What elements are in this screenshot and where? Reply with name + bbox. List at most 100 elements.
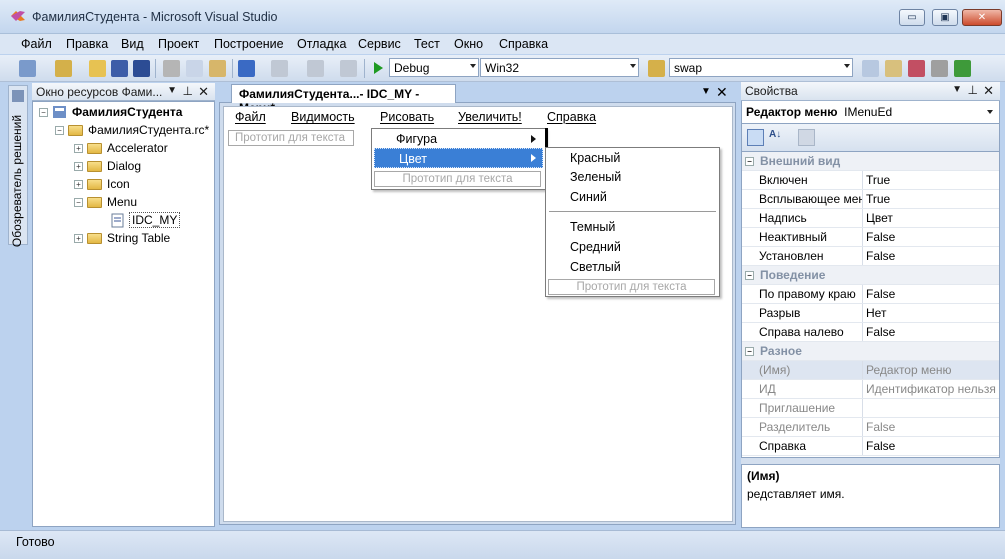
properties-window-icon[interactable] [885,60,902,77]
navigate-backward-icon[interactable] [307,60,324,77]
property-row[interactable]: Надпись Цвет [742,209,999,228]
cut-icon[interactable] [163,60,180,77]
menu-edit[interactable]: Правка [66,35,108,53]
dropdown-item-shape[interactable]: Фигура [372,129,544,149]
property-row[interactable]: Установлен False [742,247,999,266]
collapse-icon[interactable]: − [74,197,83,207]
dropdown-item-color[interactable]: Цвет [374,148,543,168]
property-row[interactable]: Справка False [742,437,999,456]
collapse-icon[interactable]: − [745,270,754,280]
submenu-item-light[interactable]: Светлый [546,257,718,277]
property-pages-icon[interactable] [798,129,815,146]
tree-item-idc-my[interactable]: IDC_MY [33,211,214,229]
submenu-item-blue[interactable]: Синий [546,187,718,207]
dropdown-arrow-icon[interactable]: ▼ [167,85,177,96]
maximize-button[interactable]: ▣ [932,9,958,26]
close-icon[interactable]: ✕ [198,84,209,100]
close-icon[interactable]: ✕ [983,83,994,99]
categorized-icon[interactable] [747,129,764,146]
property-row[interactable]: Включен True [742,171,999,190]
solution-platform-combo[interactable]: Win32 [480,58,639,77]
object-browser-icon[interactable] [908,60,925,77]
submenu-item-dark[interactable]: Темный [546,217,718,237]
tree-item-dialog[interactable]: + Dialog [33,157,214,175]
expand-icon[interactable]: + [74,143,83,153]
solution-configuration-combo[interactable]: Debug [389,58,479,77]
edited-menu-visibility[interactable]: Видимость [291,110,355,124]
tree-item-string-table[interactable]: + String Table [33,229,214,247]
save-icon[interactable] [111,60,128,77]
submenu-item-green[interactable]: Зеленый [546,167,718,187]
editor-close-icon[interactable]: ✕ [716,84,728,101]
redo-icon[interactable] [271,60,288,77]
start-debugging-icon[interactable] [372,61,384,75]
menu-help[interactable]: Справка [499,35,548,53]
menu-tools[interactable]: Сервис [358,35,401,53]
find-combo[interactable]: swap [669,58,853,77]
property-row[interactable]: Разрыв Нет [742,304,999,323]
editor-tab[interactable]: ФамилияСтудента...- IDC_MY - Menu* [231,84,456,115]
property-row-selected[interactable]: (Имя) Редактор меню [742,361,999,380]
editor-dropdown-arrow-icon[interactable]: ▼ [701,86,711,97]
alphabetical-icon[interactable]: A↓ [769,129,786,146]
submenu-item-medium[interactable]: Средний [546,237,718,257]
category-misc[interactable]: − Разное [742,342,999,361]
save-all-icon[interactable] [133,60,150,77]
prototype-text-field[interactable]: Прототип для текста [228,130,354,146]
description-title: (Имя) [747,469,780,483]
edited-menu-zoom[interactable]: Увеличить! [458,110,522,124]
submenu-item-red[interactable]: Красный [546,148,718,168]
menu-project[interactable]: Проект [158,35,199,53]
pin-icon[interactable]: ⊥ [968,83,978,97]
prototype-text-field[interactable]: Прототип для текста [374,171,541,187]
menu-file[interactable]: Файл [21,35,52,53]
tree-rc-file[interactable]: − ФамилияСтудента.rc* [33,121,214,139]
collapse-icon[interactable]: − [55,125,64,135]
minimize-button[interactable]: ▭ [899,9,925,26]
close-window-button[interactable]: ✕ [962,9,1002,26]
expand-icon[interactable]: + [74,179,83,189]
toolbox-icon[interactable] [931,60,948,77]
expand-icon[interactable]: + [74,233,83,243]
solution-explorer-side-tab[interactable]: Обозреватель решений [8,85,28,247]
dropdown-arrow-icon[interactable]: ▼ [952,84,962,95]
tree-root[interactable]: − ФамилияСтудента [33,103,214,121]
menu-debug[interactable]: Отладка [297,35,346,53]
property-row[interactable]: По правому краю False [742,285,999,304]
category-appearance[interactable]: − Внешний вид [742,152,999,171]
object-selector[interactable]: Редактор меню IMenuEd [741,101,1000,124]
menu-window[interactable]: Окно [454,35,483,53]
undo-icon[interactable] [238,60,255,77]
property-row[interactable]: Справа налево False [742,323,999,342]
edited-menu-help[interactable]: Справка [547,110,596,124]
tree-item-icon[interactable]: + Icon [33,175,214,193]
pin-icon[interactable]: ⊥ [183,84,193,98]
category-behavior[interactable]: − Поведение [742,266,999,285]
tree-item-menu[interactable]: − Menu [33,193,214,211]
open-file-icon[interactable] [89,60,106,77]
property-row[interactable]: ИД Идентификатор нельзя [742,380,999,399]
solution-explorer-icon[interactable] [862,60,879,77]
paste-icon[interactable] [209,60,226,77]
new-project-icon[interactable] [19,60,36,77]
menu-build[interactable]: Построение [214,35,284,53]
menu-view[interactable]: Вид [121,35,144,53]
find-in-files-icon[interactable] [648,60,665,77]
tree-item-accelerator[interactable]: + Accelerator [33,139,214,157]
navigate-forward-icon[interactable] [340,60,357,77]
property-row[interactable]: Разделитель False [742,418,999,437]
menu-test[interactable]: Тест [414,35,440,53]
start-page-icon[interactable] [954,60,971,77]
property-row[interactable]: Приглашение [742,399,999,418]
edited-menu-draw[interactable]: Рисовать [380,110,434,124]
collapse-icon[interactable]: − [39,107,48,117]
copy-icon[interactable] [186,60,203,77]
add-item-icon[interactable] [55,60,72,77]
collapse-icon[interactable]: − [745,156,754,166]
collapse-icon[interactable]: − [745,346,754,356]
edited-menu-file[interactable]: Файл [235,110,266,124]
prototype-text-field[interactable]: Прототип для текста [548,279,715,295]
property-row[interactable]: Неактивный False [742,228,999,247]
expand-icon[interactable]: + [74,161,83,171]
property-row[interactable]: Всплывающее меню True [742,190,999,209]
